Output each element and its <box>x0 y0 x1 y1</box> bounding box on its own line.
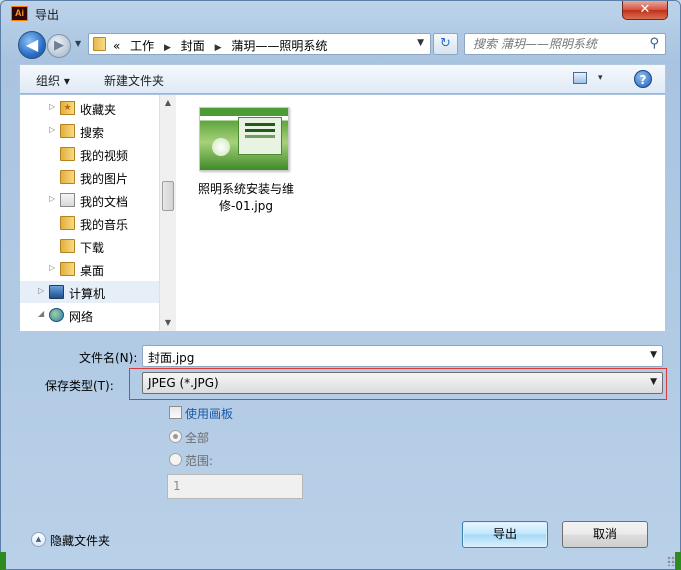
search-input[interactable] <box>473 35 643 53</box>
sidebar-item-label: 网络 <box>69 310 94 324</box>
sidebar-item-label: 我的视频 <box>80 149 129 163</box>
change-view-icon[interactable] <box>573 72 587 84</box>
breadcrumb-separator-icon[interactable]: ▶ <box>164 43 171 53</box>
filename-field[interactable]: 封面.jpg ▼ <box>142 345 663 367</box>
breadcrumb: « 工作 ▶ 封面 ▶ 蒲玥——照明系统 <box>113 37 333 54</box>
expand-arrow-icon[interactable]: ▷ <box>49 125 55 134</box>
range-radio[interactable] <box>169 453 182 466</box>
cancel-button[interactable]: 取消 <box>562 521 648 548</box>
address-dropdown-icon[interactable]: ▼ <box>417 38 424 48</box>
breadcrumb-item-current[interactable]: 蒲玥——照明系统 <box>231 39 327 53</box>
network-icon <box>49 308 64 322</box>
filename-value[interactable]: 封面.jpg <box>148 351 194 365</box>
use-artboards-label[interactable]: 使用画板 <box>185 405 233 422</box>
folder-icon <box>60 170 75 184</box>
file-name: 照明系统安装与维 修-01.jpg <box>197 182 294 213</box>
expand-arrow-icon[interactable]: ▷ <box>49 102 55 111</box>
recent-locations-dropdown[interactable]: ▼ <box>75 39 81 48</box>
range-label: 范围: <box>185 454 214 468</box>
sidebar-item-favorites[interactable]: ▷ ★ 收藏夹 <box>20 97 159 119</box>
use-artboards-checkbox[interactable] <box>169 406 182 419</box>
title-bar: Ai 导出 ✕ <box>1 1 680 27</box>
sidebar-item-label: 计算机 <box>69 287 106 301</box>
navigation-scrollbar[interactable]: ▲ ▼ <box>159 95 176 331</box>
folder-icon <box>60 216 75 230</box>
file-item[interactable]: 照明系统安装与维 修-01.jpg <box>196 105 296 215</box>
sidebar-item-label: 我的文档 <box>80 195 129 209</box>
sidebar-item-desktop[interactable]: ▷ 桌面 <box>20 258 159 280</box>
save-type-label: 保存类型(T): <box>45 379 114 393</box>
range-input[interactable]: 1 <box>167 474 303 499</box>
annotation-highlight <box>129 368 667 400</box>
collapse-icon[interactable]: ▲ <box>31 532 46 547</box>
desktop-folder-icon <box>60 262 75 276</box>
scroll-up-icon[interactable]: ▲ <box>160 95 176 111</box>
folder-icon <box>93 37 106 51</box>
window-title: 导出 <box>35 8 60 22</box>
sidebar-item-label: 搜索 <box>80 126 105 140</box>
address-bar[interactable]: « 工作 ▶ 封面 ▶ 蒲玥——照明系统 ▼ <box>88 33 431 55</box>
sidebar-item-label: 下载 <box>80 241 105 255</box>
breadcrumb-item-cover[interactable]: 封面 <box>181 39 205 53</box>
scroll-thumb[interactable] <box>162 181 174 211</box>
search-folder-icon <box>60 124 75 138</box>
illustrator-app-icon: Ai <box>11 6 28 21</box>
search-box[interactable]: ⚲ <box>464 33 666 55</box>
folder-icon <box>60 147 75 161</box>
background-strip-left <box>0 552 6 570</box>
search-icon[interactable]: ⚲ <box>649 36 659 51</box>
navigation-pane: ▷ ★ 收藏夹 ▷ 搜索 我的视频 我的图片 ▷ 我的文档 我的音乐 下载 ▷ … <box>19 95 159 331</box>
sidebar-item-downloads[interactable]: 下载 <box>20 235 159 257</box>
file-list: 照明系统安装与维 修-01.jpg <box>176 95 666 331</box>
command-toolbar: 组织 ▾ 新建文件夹 ▾ ? <box>19 64 666 94</box>
image-thumbnail <box>199 107 289 171</box>
computer-icon <box>49 285 64 299</box>
download-folder-icon <box>60 239 75 253</box>
sidebar-item-computer[interactable]: ▷ 计算机 <box>20 281 159 303</box>
organize-button[interactable]: 组织 ▾ <box>36 72 70 89</box>
sidebar-item-label: 收藏夹 <box>80 103 117 117</box>
help-icon[interactable]: ? <box>634 70 652 88</box>
all-radio[interactable] <box>169 430 182 443</box>
hide-folders-label[interactable]: 隐藏文件夹 <box>50 532 110 549</box>
background-strip-right <box>675 552 681 570</box>
all-label: 全部 <box>185 431 210 445</box>
sidebar-item-videos[interactable]: 我的视频 <box>20 143 159 165</box>
refresh-button[interactable]: ↻ <box>433 33 458 55</box>
sidebar-item-label: 我的音乐 <box>80 218 129 232</box>
new-folder-button[interactable]: 新建文件夹 <box>104 72 164 89</box>
sidebar-item-search[interactable]: ▷ 搜索 <box>20 120 159 142</box>
breadcrumb-overflow[interactable]: « <box>113 39 120 53</box>
view-options-dropdown[interactable]: ▾ <box>598 73 603 83</box>
chevron-down-icon[interactable]: ▼ <box>650 350 657 360</box>
close-button[interactable]: ✕ <box>622 1 668 20</box>
export-dialog: Ai 导出 ✕ ◀ ▶ ▼ « 工作 ▶ 封面 ▶ 蒲玥——照明系统 ▼ ↻ ⚲… <box>0 0 681 570</box>
export-button[interactable]: 导出 <box>462 521 548 548</box>
filename-label: 文件名(N): <box>79 351 138 365</box>
back-button[interactable]: ◀ <box>18 31 46 59</box>
breadcrumb-item-work[interactable]: 工作 <box>130 39 154 53</box>
collapse-arrow-icon[interactable]: ◢ <box>38 309 44 318</box>
expand-arrow-icon[interactable]: ▷ <box>38 286 44 295</box>
sidebar-item-pictures[interactable]: 我的图片 <box>20 166 159 188</box>
sidebar-item-label: 我的图片 <box>80 172 129 186</box>
navigation-bar: ◀ ▶ ▼ « 工作 ▶ 封面 ▶ 蒲玥——照明系统 ▼ ↻ ⚲ <box>1 29 680 61</box>
sidebar-item-music[interactable]: 我的音乐 <box>20 212 159 234</box>
sidebar-item-network[interactable]: ◢ 网络 <box>20 304 159 326</box>
forward-button[interactable]: ▶ <box>47 34 71 58</box>
scroll-down-icon[interactable]: ▼ <box>160 315 176 331</box>
sidebar-item-documents[interactable]: ▷ 我的文档 <box>20 189 159 211</box>
expand-arrow-icon[interactable]: ▷ <box>49 194 55 203</box>
document-icon <box>60 193 75 207</box>
breadcrumb-separator-icon[interactable]: ▶ <box>215 43 222 53</box>
star-folder-icon: ★ <box>60 101 75 115</box>
expand-arrow-icon[interactable]: ▷ <box>49 263 55 272</box>
sidebar-item-label: 桌面 <box>80 264 105 278</box>
